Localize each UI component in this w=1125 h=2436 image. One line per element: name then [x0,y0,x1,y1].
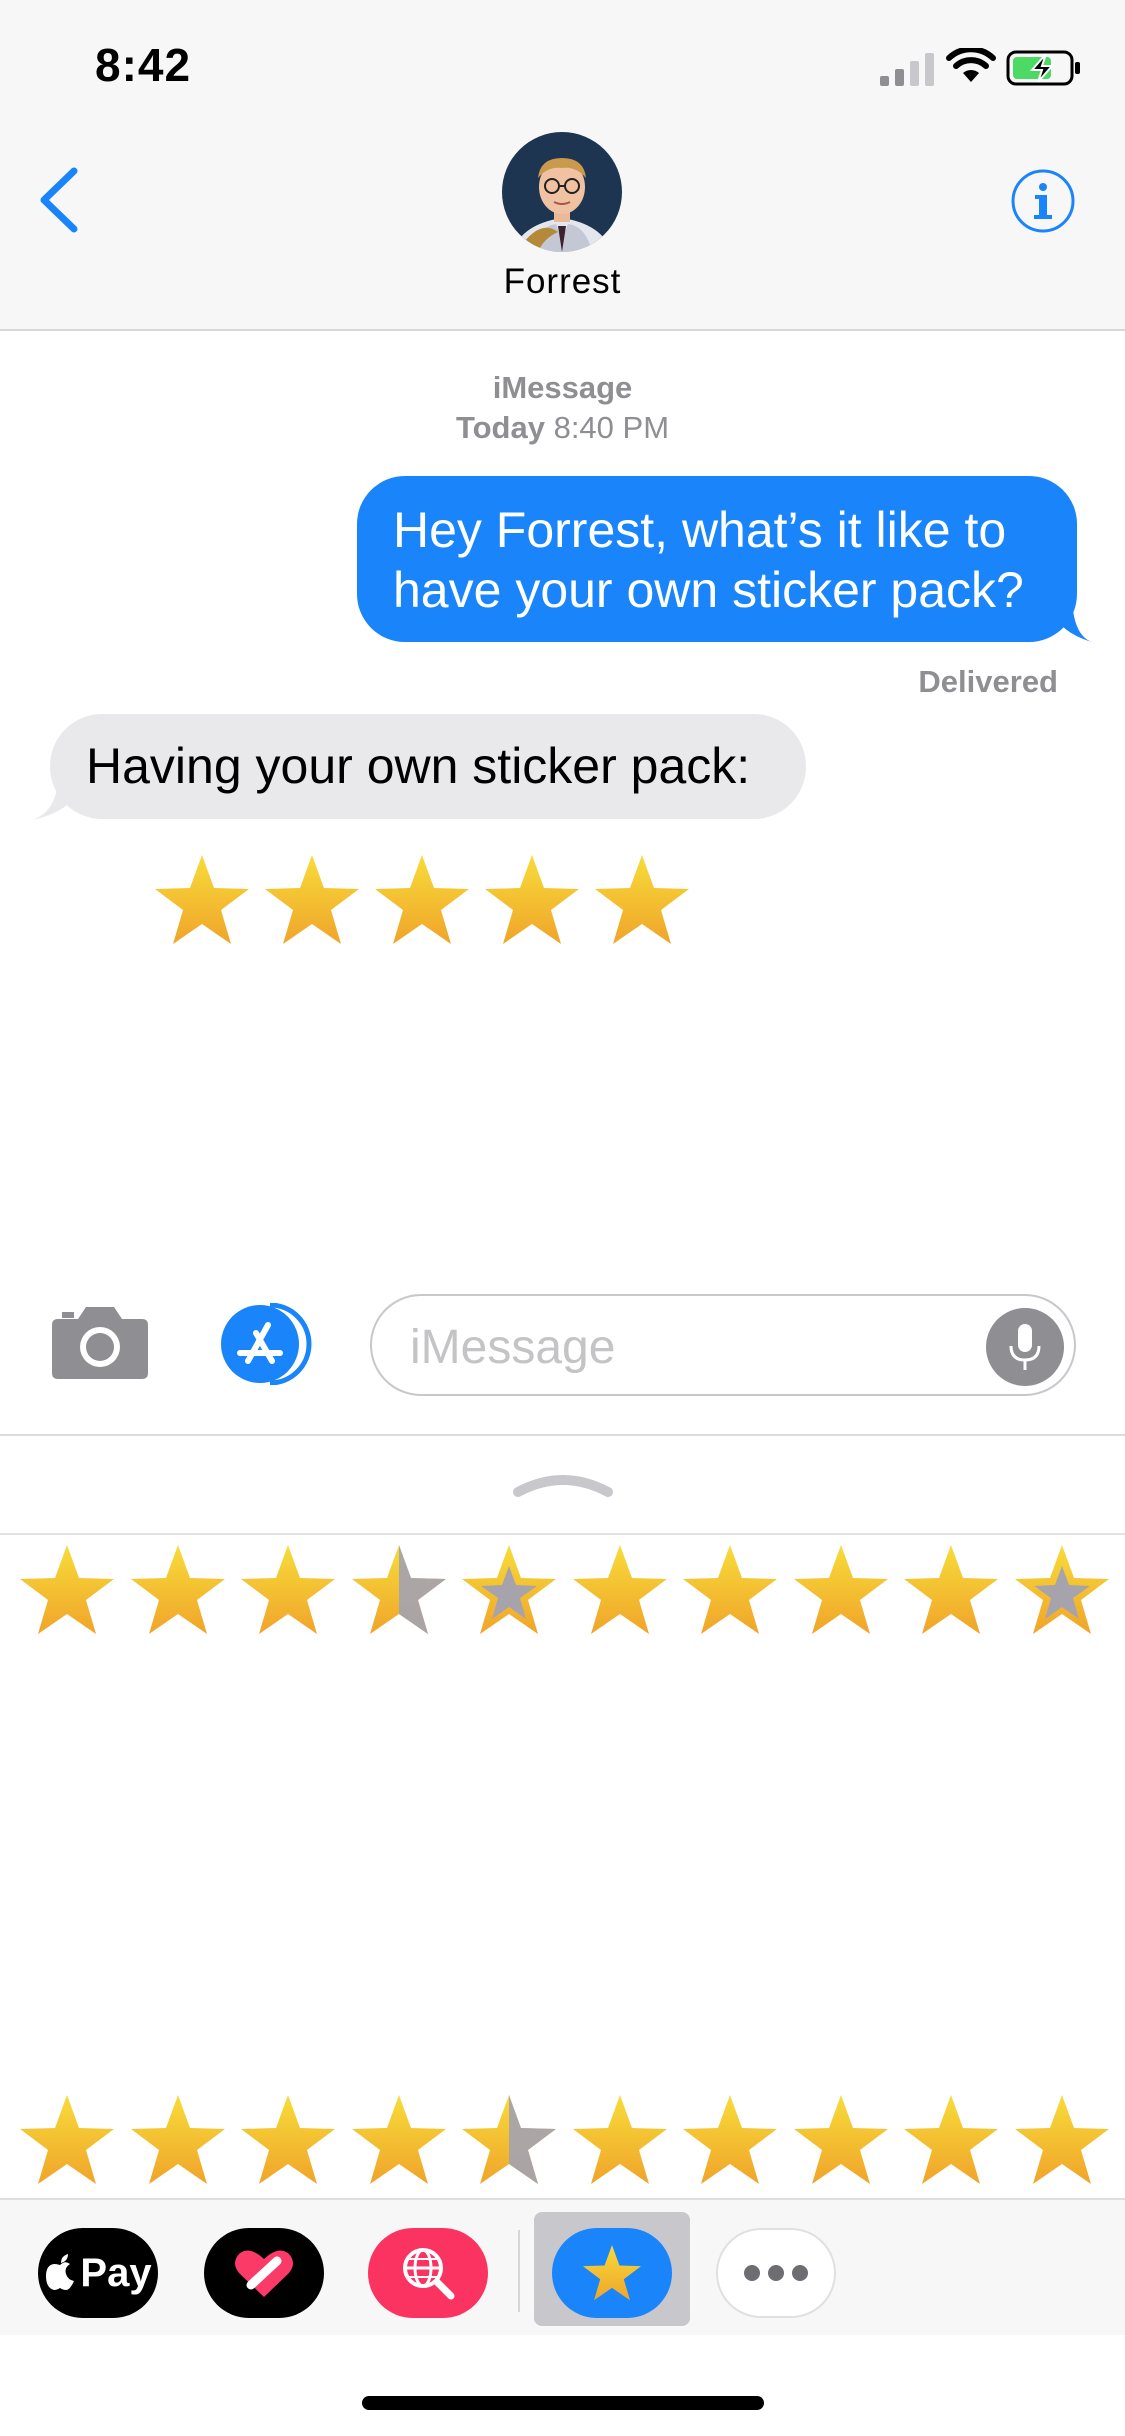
nav-header: 8:42 Forrest [0,0,1125,331]
wifi-icon [946,48,996,82]
timestamp-day: Today [455,410,545,445]
star-sticker-icon [155,855,249,944]
app-store-icon[interactable] [210,1303,320,1385]
status-time: 8:42 [95,39,192,91]
outgoing-bubble-tail [1050,600,1092,642]
star-sticker-icon[interactable] [17,1542,117,1638]
conversation-timestamp: Today 8:40 PM [0,410,1125,446]
star-sticker-icon [485,855,579,944]
message-input-placeholder: iMessage [410,1321,616,1374]
cellular-signal-icon [880,53,934,86]
outgoing-message-bubble[interactable]: Hey Forrest, what’s it like to have your… [357,476,1077,642]
star-sticker-icon[interactable] [349,1542,449,1638]
star-sticker-icon[interactable] [238,2092,338,2188]
apple-pay-app-button[interactable]: Pay [38,2228,158,2318]
app-strip-separator [518,2230,520,2312]
star-sticker-icon[interactable] [791,1542,891,1638]
star-sticker-icon[interactable] [570,1542,670,1638]
star-sticker-icon[interactable] [128,2092,228,2188]
incoming-bubble-tail [32,780,80,820]
delivery-status: Delivered [918,664,1058,699]
star-sticker-icon[interactable] [459,2092,559,2188]
conversation-service-label: iMessage [492,370,633,405]
star-sticker-icon[interactable] [1012,2092,1112,2188]
microphone-icon[interactable] [986,1308,1064,1386]
star-sticker-icon[interactable] [128,1542,228,1638]
star-icon [582,2245,642,2301]
globe-search-icon [403,2248,455,2300]
star-sticker-icon [375,855,469,944]
app-drawer-strip: Pay [0,2198,1125,2335]
star-sticker-icon[interactable] [901,1542,1001,1638]
heart-icon [235,2250,293,2297]
ellipsis-icon [744,2265,808,2281]
star-sticker-icon [595,855,689,944]
apple-pay-label: Pay [80,2250,152,2295]
star-sticker-icon[interactable] [680,2092,780,2188]
outgoing-message-line: have your own sticker pack? [393,562,1024,618]
info-icon[interactable] [1010,168,1076,234]
star-stickers-app-button[interactable] [552,2228,672,2318]
star-sticker-icon[interactable] [680,1542,780,1638]
apple-logo-icon [46,2254,75,2290]
star-sticker-icon[interactable] [570,2092,670,2188]
star-sticker-icon[interactable] [349,2092,449,2188]
contact-avatar[interactable] [502,132,622,252]
drawer-divider [0,1533,1125,1535]
home-indicator[interactable] [362,2396,764,2410]
incoming-message-bubble[interactable]: Having your own sticker pack: [50,714,806,819]
more-apps-button[interactable] [716,2228,836,2318]
contact-name[interactable]: Forrest [0,262,1125,302]
star-sticker-icon[interactable] [1012,1542,1112,1638]
star-sticker-icon[interactable] [791,2092,891,2188]
star-sticker-icon[interactable] [901,2092,1001,2188]
camera-icon[interactable] [50,1305,150,1381]
timestamp-time: 8:40 PM [553,410,670,445]
star-sticker-icon[interactable] [238,1542,338,1638]
drawer-expand-handle-icon[interactable] [510,1462,616,1502]
star-sticker-icon[interactable] [17,2092,117,2188]
back-chevron-icon[interactable] [30,165,90,235]
drawer-top-divider [0,1434,1125,1436]
battery-charging-icon [1006,50,1080,86]
digital-touch-app-button[interactable] [204,2228,324,2318]
message-input[interactable]: iMessage [370,1294,1076,1396]
star-sticker-icon [265,855,359,944]
outgoing-message-line: Hey Forrest, what’s it like to [393,502,1007,558]
star-sticker-icon[interactable] [459,1542,559,1638]
image-search-app-button[interactable] [368,2228,488,2318]
